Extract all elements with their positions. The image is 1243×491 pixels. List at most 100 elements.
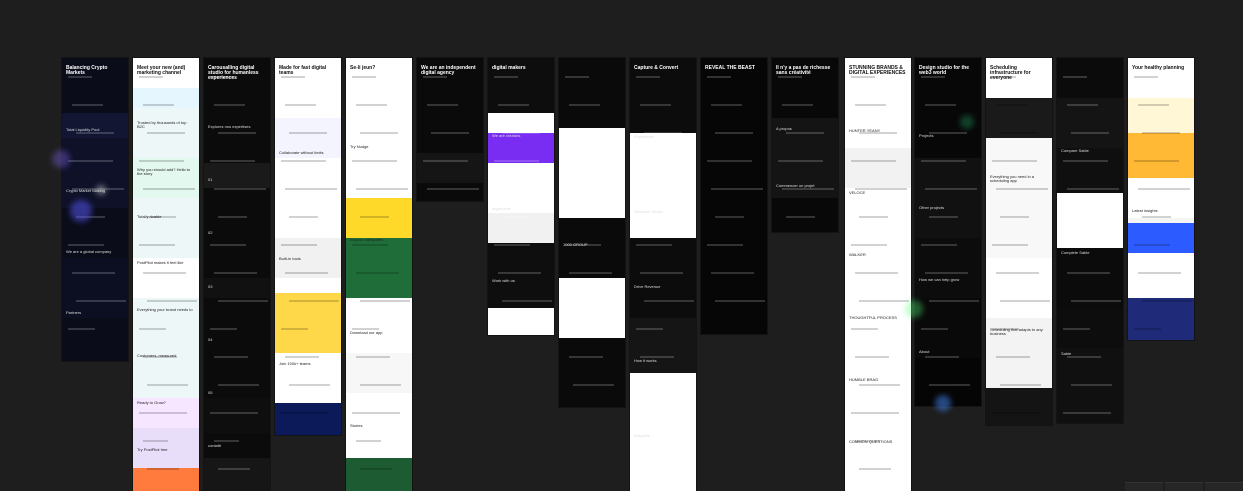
text-line: [210, 328, 237, 330]
artboard-text: 04: [208, 337, 213, 342]
artboard-text: Try PostPilot free: [137, 447, 168, 452]
artboard-text: Stories: [350, 423, 363, 428]
canvas-tab[interactable]: [1125, 482, 1163, 491]
text-line: [707, 244, 743, 246]
artboard-se-li-jeun[interactable]: Se-li jeun? Try Nudge Explore categories Do…: [346, 58, 412, 491]
artboard-text: Partners: [66, 310, 82, 315]
artboard-text: Collaborate without limits: [279, 150, 324, 155]
artboard-headline: Il n'y a pas de richesse sans créativité: [776, 65, 831, 76]
artboard-text: Work with us: [492, 278, 515, 283]
text-line: [1063, 160, 1108, 162]
section-block: [346, 458, 412, 491]
artboard-text: Built-in tools: [279, 256, 301, 261]
text-line: [139, 328, 166, 330]
text-line: [992, 160, 1037, 162]
text-line: [214, 356, 248, 358]
artboard-text: Other projects: [919, 205, 945, 210]
artboard-text: Ready to Grow?: [137, 400, 166, 405]
artboard-text: Explore categories: [350, 237, 384, 242]
artboard-text: Integrate: [634, 433, 650, 438]
text-line: [214, 188, 266, 190]
section-block: [133, 158, 199, 198]
text-line: [921, 76, 945, 78]
artboard-tools-landing[interactable]: Made for fast digital teams Collaborate w…: [275, 58, 341, 435]
text-line: [431, 132, 469, 134]
artboard-stunning-brands[interactable]: STUNNING BRANDS & DIGITAL EXPERIENCES HUN…: [845, 58, 911, 491]
text-line: [1134, 244, 1170, 246]
artboard-text: A propos: [776, 126, 792, 131]
canvas-tab[interactable]: [1165, 482, 1203, 491]
text-line: [285, 272, 328, 274]
section-block: [1128, 223, 1194, 253]
artboard-text: How it works: [634, 358, 657, 363]
artboard-design-studio-web3[interactable]: Design studio for the web3 world Projects…: [915, 58, 981, 406]
section-block: [845, 148, 911, 188]
text-line: [281, 160, 326, 162]
text-line: [68, 160, 113, 162]
text-line: [929, 216, 958, 218]
artboard-text: Experience: [634, 134, 655, 139]
section-block: [417, 153, 483, 183]
text-line: [289, 384, 330, 386]
artboard-headline: digital makers: [492, 65, 526, 71]
artboard-healthy-planning[interactable]: Your healthy planning Latest insights: [1128, 58, 1194, 340]
section-block: [630, 238, 696, 318]
artboard-capture-convert[interactable]: Capture & Convert Experience Welcome Studi…: [630, 58, 696, 491]
text-line: [289, 300, 339, 302]
canvas-tab[interactable]: [1205, 482, 1243, 491]
text-line: [992, 244, 1028, 246]
text-line: [644, 300, 694, 302]
text-line: [859, 216, 888, 218]
text-line: [569, 188, 621, 190]
text-line: [1071, 216, 1100, 218]
text-line: [925, 356, 959, 358]
artboard-text: Commencer un projet: [776, 183, 815, 188]
text-line: [68, 244, 104, 246]
section-block: [701, 58, 767, 334]
text-line: [1000, 300, 1050, 302]
text-line: [925, 272, 968, 274]
text-line: [289, 216, 318, 218]
artboard-text: THOUGHTFUL PROCESS: [849, 315, 897, 320]
artboard-digital-makers[interactable]: digital makers We are creators ergonomie Wo…: [488, 58, 554, 335]
artboard-fintech-dark[interactable]: Compare Sable Complete Sable Sable: [1057, 58, 1123, 423]
text-line: [851, 160, 896, 162]
artboard-marketing-channel[interactable]: Meet your new (and) marketing channel Tru…: [133, 58, 199, 491]
text-line: [352, 412, 400, 414]
section-block: [346, 58, 412, 198]
artboard-text: Projects: [919, 133, 934, 138]
section-block: [488, 308, 554, 335]
artboard-carousel-studio[interactable]: Carousalling digital studio for humanles…: [204, 58, 270, 491]
text-line: [1134, 328, 1161, 330]
section-block: [630, 373, 696, 491]
text-line: [285, 188, 337, 190]
text-line: [218, 468, 250, 470]
artboard-headline: We are an independent digital agency: [421, 65, 476, 76]
artboard-reveal-the-beast[interactable]: REVEAL THE BEAST: [701, 58, 767, 334]
artboard-text: HUNTER YEANY: [849, 128, 881, 133]
artboard-dark-agency[interactable]: We are an independent digital agency: [417, 58, 483, 201]
section-block: [630, 133, 696, 238]
text-line: [147, 468, 179, 470]
text-line: [851, 328, 878, 330]
artboard-dark-landing[interactable]: 1000 GROUP: [559, 58, 625, 407]
text-line: [715, 216, 744, 218]
artboard-scheduling-infrastructure[interactable]: Scheduling infrastructure for everyone Ev…: [986, 58, 1052, 425]
text-line: [778, 160, 823, 162]
text-line: [778, 76, 802, 78]
text-line: [498, 272, 541, 274]
text-line: [218, 300, 268, 302]
design-canvas[interactable]: Balancing Crypto Markets Total Liquidity …: [0, 0, 1243, 491]
text-line: [565, 76, 589, 78]
text-line: [210, 412, 258, 414]
text-line: [1071, 300, 1121, 302]
section-block: [62, 113, 128, 138]
text-line: [352, 244, 388, 246]
artboard-headline: Your healthy planning: [1132, 65, 1185, 71]
text-line: [855, 356, 889, 358]
text-line: [356, 188, 408, 190]
section-block: [559, 128, 625, 218]
text-line: [72, 272, 115, 274]
artboard-text: 1000 GROUP: [563, 242, 588, 247]
artboard-richesse-creative[interactable]: Il n'y a pas de richesse sans créativité…: [772, 58, 838, 232]
